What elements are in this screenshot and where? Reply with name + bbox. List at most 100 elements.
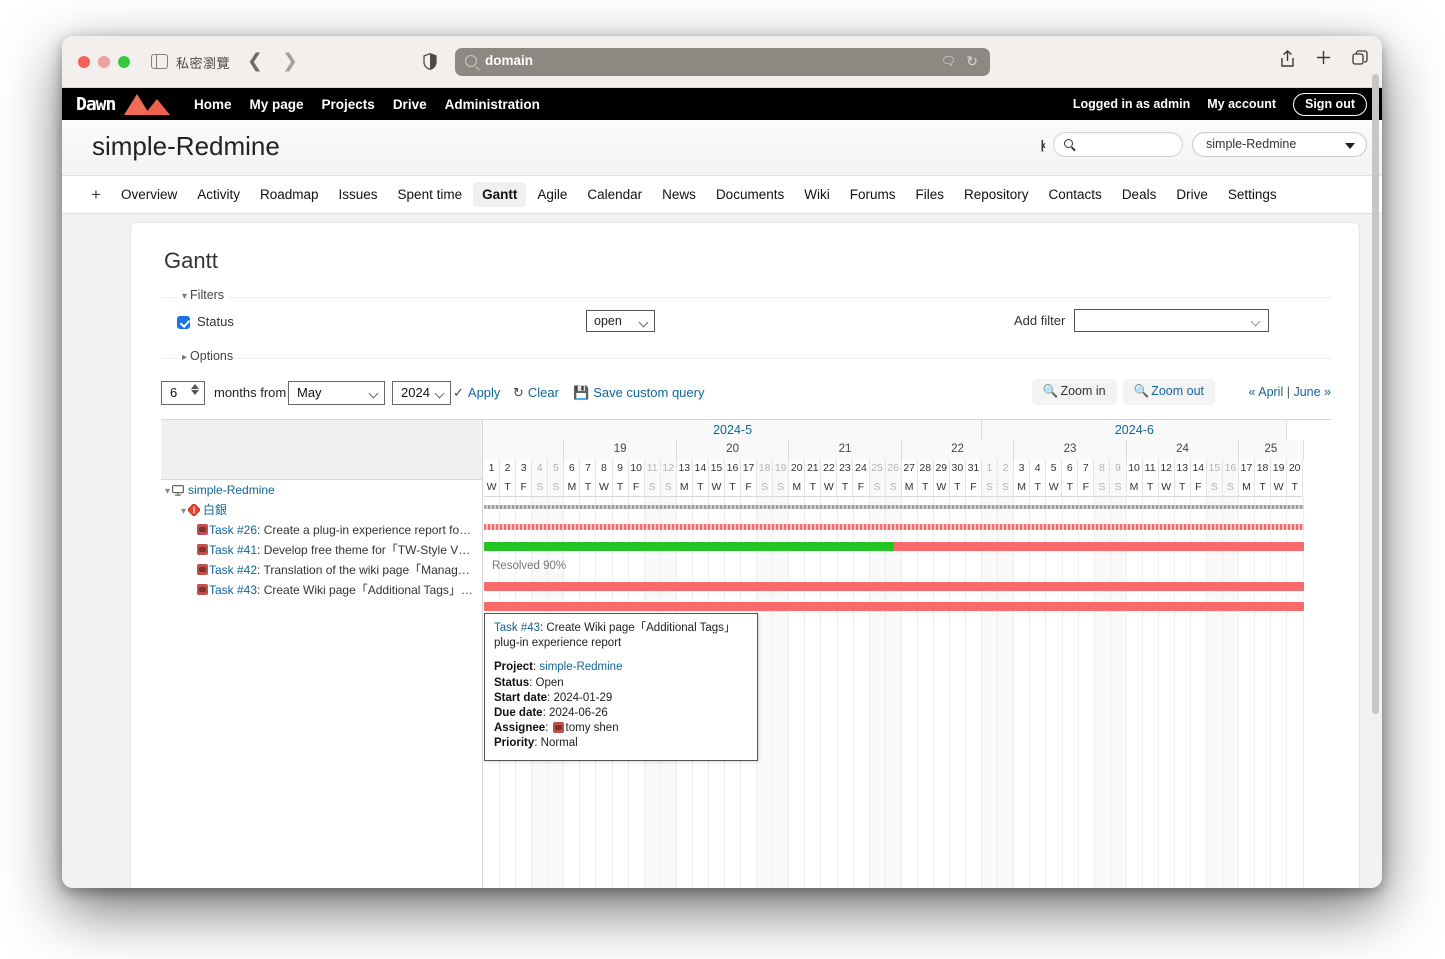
gantt-grid-column xyxy=(1288,497,1304,888)
tab-settings[interactable]: Settings xyxy=(1219,182,1286,207)
gantt-issue-bar[interactable] xyxy=(484,582,1304,591)
add-filter-select[interactable] xyxy=(1074,309,1269,332)
prev-month-link[interactable]: « April xyxy=(1249,385,1284,399)
tab-activity[interactable]: Activity xyxy=(188,182,249,207)
page-scrollbar[interactable] xyxy=(1372,74,1379,834)
zoom-in-button[interactable]: 🔍Zoom in xyxy=(1032,379,1117,405)
months-count-input[interactable]: 6 xyxy=(161,381,205,405)
desktop-background: 私密瀏覽 ❮ ❯ domain 🗨 ↻ xyxy=(0,0,1445,959)
gantt-row-link[interactable]: Task #41 xyxy=(209,543,257,557)
nav-home[interactable]: Home xyxy=(194,97,232,112)
back-button[interactable]: ❮ xyxy=(247,50,263,72)
tab-issues[interactable]: Issues xyxy=(330,182,387,207)
gantt-dayofweek-cell: W xyxy=(484,478,500,497)
tab-agile[interactable]: Agile xyxy=(528,182,576,207)
stepper-arrows-icon[interactable] xyxy=(191,384,199,395)
share-icon[interactable] xyxy=(1280,50,1295,68)
status-filter-checkbox[interactable] xyxy=(177,316,190,329)
tab-wiki[interactable]: Wiki xyxy=(795,182,839,207)
gantt-day-cell: 5 xyxy=(548,459,564,478)
translate-icon[interactable]: 🗨 xyxy=(941,54,956,68)
forward-button[interactable]: ❯ xyxy=(282,50,298,72)
tooltip-project-value[interactable]: simple-Redmine xyxy=(539,661,622,673)
tab-gantt[interactable]: Gantt xyxy=(473,182,526,207)
gantt-grid-column xyxy=(854,497,870,888)
minimize-window-button[interactable] xyxy=(98,56,110,68)
nav-drive[interactable]: Drive xyxy=(393,97,427,112)
window-traffic-lights[interactable] xyxy=(78,56,130,68)
gantt-day-cell: 5 xyxy=(1046,459,1062,478)
tab-deals[interactable]: Deals xyxy=(1113,182,1166,207)
tab-documents[interactable]: Documents xyxy=(707,182,793,207)
gantt-row-link[interactable]: simple-Redmine xyxy=(188,483,275,497)
chevron-down-icon[interactable]: ▾ xyxy=(181,506,186,517)
status-operator-value: open xyxy=(594,314,622,328)
nav-separator: | xyxy=(1287,385,1290,399)
next-month-link[interactable]: June » xyxy=(1293,385,1331,399)
search-input[interactable] xyxy=(1053,132,1183,157)
gantt-day-cell: 12 xyxy=(1159,459,1175,478)
apply-button[interactable]: ✓Apply xyxy=(453,385,500,401)
gantt-progress-bar[interactable] xyxy=(484,542,894,551)
tab-contacts[interactable]: Contacts xyxy=(1040,182,1111,207)
sidebar-toggle-icon[interactable] xyxy=(151,54,168,69)
gantt-row-link[interactable]: Task #43 xyxy=(209,583,257,597)
gantt-dayofweek-cell: M xyxy=(1127,478,1143,497)
gantt-day-cell: 6 xyxy=(564,459,580,478)
filters-legend[interactable]: ▾Filters xyxy=(177,288,229,302)
gantt-project-bar[interactable] xyxy=(484,505,1304,509)
plus-icon[interactable] xyxy=(1316,50,1331,65)
my-account-link[interactable]: My account xyxy=(1207,97,1276,111)
reload-icon[interactable]: ↻ xyxy=(966,53,978,70)
scrollbar-thumb[interactable] xyxy=(1372,74,1379,714)
tab-forums[interactable]: Forums xyxy=(841,182,905,207)
tab-spent-time[interactable]: Spent time xyxy=(389,182,472,207)
gantt-toolbar: 6 months from May 2024 ✓Apply xyxy=(161,381,1331,407)
gantt-day-cell: 21 xyxy=(805,459,821,478)
chevron-down-icon xyxy=(435,389,445,399)
nav-my-page[interactable]: My page xyxy=(250,97,304,112)
sign-out-button[interactable]: Sign out xyxy=(1293,93,1367,116)
tab-news[interactable]: News xyxy=(653,182,705,207)
zoom-out-button[interactable]: 🔍Zoom out xyxy=(1123,379,1215,405)
zoom-in-label: Zoom in xyxy=(1060,384,1105,398)
shield-icon[interactable] xyxy=(423,53,437,70)
year-select[interactable]: 2024 xyxy=(392,381,451,405)
address-bar[interactable]: domain 🗨 ↻ xyxy=(455,48,990,76)
nav-projects[interactable]: Projects xyxy=(322,97,375,112)
gantt-row-subject: : Translation of the wiki page「Manag… xyxy=(257,563,470,577)
tab-files[interactable]: Files xyxy=(906,182,953,207)
gantt-row-link[interactable]: Task #26 xyxy=(209,523,257,537)
gantt-dayofweek-cell: T xyxy=(1255,478,1271,497)
close-window-button[interactable] xyxy=(78,56,90,68)
tab-repository[interactable]: Repository xyxy=(955,182,1038,207)
tab-drive[interactable]: Drive xyxy=(1167,182,1217,207)
clear-button[interactable]: ↻Clear xyxy=(513,385,559,401)
collapse-sidebar-icon[interactable]: |‹ xyxy=(1041,138,1044,152)
gantt-version-bar[interactable] xyxy=(484,524,1304,530)
tooltip-issue-link[interactable]: Task #43 xyxy=(494,622,540,634)
gantt-day-cell: 30 xyxy=(950,459,966,478)
gantt-row-link[interactable]: 白銀 xyxy=(203,503,227,517)
tab-overview-icon[interactable] xyxy=(1352,50,1368,66)
tab-roadmap[interactable]: Roadmap xyxy=(251,182,328,207)
save-custom-query-button[interactable]: 💾Save custom query xyxy=(573,385,704,401)
tab-overview[interactable]: Overview xyxy=(112,182,186,207)
add-tab-button[interactable]: + xyxy=(82,185,110,205)
avatar-icon xyxy=(197,584,208,595)
chevron-down-icon[interactable]: ▾ xyxy=(165,486,170,497)
gantt-issue-bar[interactable] xyxy=(484,602,1304,611)
tab-calendar[interactable]: Calendar xyxy=(578,182,651,207)
gantt-day-cell: 18 xyxy=(1255,459,1271,478)
options-legend[interactable]: ▸Options xyxy=(177,349,238,363)
nav-administration[interactable]: Administration xyxy=(445,97,540,112)
maximize-window-button[interactable] xyxy=(118,56,130,68)
project-select[interactable]: simple-Redmine xyxy=(1192,132,1367,157)
status-operator-select[interactable]: open xyxy=(586,310,655,332)
gantt-dayofweek-cell: S xyxy=(773,478,789,497)
app-logo[interactable]: Dawn xyxy=(76,91,170,117)
gantt-heading: Gantt xyxy=(164,248,218,274)
month-select[interactable]: May xyxy=(288,381,385,405)
gantt-row-link[interactable]: Task #42 xyxy=(209,563,257,577)
gantt-grid-column xyxy=(1207,497,1223,888)
